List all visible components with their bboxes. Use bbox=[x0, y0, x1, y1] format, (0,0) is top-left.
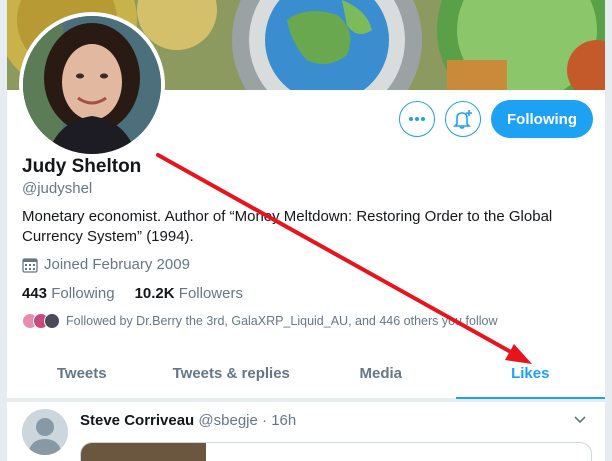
profile-name: Judy Shelton bbox=[22, 156, 142, 177]
chevron-down-icon bbox=[574, 416, 586, 424]
profile-bio: Monetary economist. Author of “Money Mel… bbox=[22, 208, 553, 245]
mini-avatar bbox=[44, 313, 60, 329]
tweet-author-name[interactable]: Steve Corriveau bbox=[80, 412, 194, 429]
followed-by-text: Followed by Dr.Berry the 3rd, GalaXRP_Li… bbox=[66, 314, 498, 328]
following-stat[interactable]: 443 Following bbox=[22, 285, 115, 302]
more-dots-icon bbox=[409, 117, 426, 121]
following-button[interactable]: Following bbox=[491, 100, 593, 138]
tweet-header: Steve Corriveau @sbegje · 16h bbox=[80, 412, 296, 429]
default-avatar-icon bbox=[22, 409, 68, 455]
profile-avatar[interactable] bbox=[19, 12, 165, 158]
profile-page: Following Judy Shelton @judyshel Monetar… bbox=[7, 0, 605, 461]
tab-likes[interactable]: Likes bbox=[455, 349, 606, 399]
tab-tweets-replies[interactable]: Tweets & replies bbox=[157, 349, 307, 398]
tweet-avatar[interactable] bbox=[22, 409, 68, 455]
followers-stat[interactable]: 10.2K Followers bbox=[135, 285, 243, 302]
bell-plus-icon bbox=[453, 110, 473, 129]
followers-count: 10.2K bbox=[134, 285, 175, 302]
profile-handle: @judyshel bbox=[22, 180, 93, 197]
profile-actions: Following bbox=[399, 100, 593, 138]
tweet-time[interactable]: 16h bbox=[271, 412, 296, 429]
following-count: 443 bbox=[22, 285, 48, 302]
tab-media[interactable]: Media bbox=[306, 349, 456, 398]
tab-tweets[interactable]: Tweets bbox=[7, 349, 157, 398]
following-label: Following bbox=[51, 285, 115, 302]
tweet-menu-button[interactable] bbox=[573, 412, 587, 430]
notifications-button[interactable] bbox=[445, 101, 482, 137]
follow-stats: 443 Following 10.2K Followers bbox=[22, 285, 243, 302]
tweet-separator: · bbox=[262, 412, 268, 429]
profile-tabs: Tweets Tweets & replies Media Likes bbox=[7, 349, 605, 399]
followers-label: Followers bbox=[178, 285, 243, 302]
tweet-author-handle[interactable]: @sbegje bbox=[198, 412, 257, 429]
tweet-media-card[interactable] bbox=[80, 442, 592, 461]
more-button[interactable] bbox=[399, 101, 436, 137]
calendar-icon bbox=[22, 257, 38, 273]
followed-by[interactable]: Followed by Dr.Berry the 3rd, GalaXRP_Li… bbox=[22, 313, 497, 329]
joined-date: Joined February 2009 bbox=[22, 256, 190, 273]
tweet-media-thumbnail bbox=[81, 443, 206, 461]
joined-text: Joined February 2009 bbox=[44, 256, 190, 273]
tweet[interactable]: Steve Corriveau @sbegje · 16h bbox=[7, 402, 605, 461]
followers-you-know-avatars bbox=[22, 313, 60, 329]
